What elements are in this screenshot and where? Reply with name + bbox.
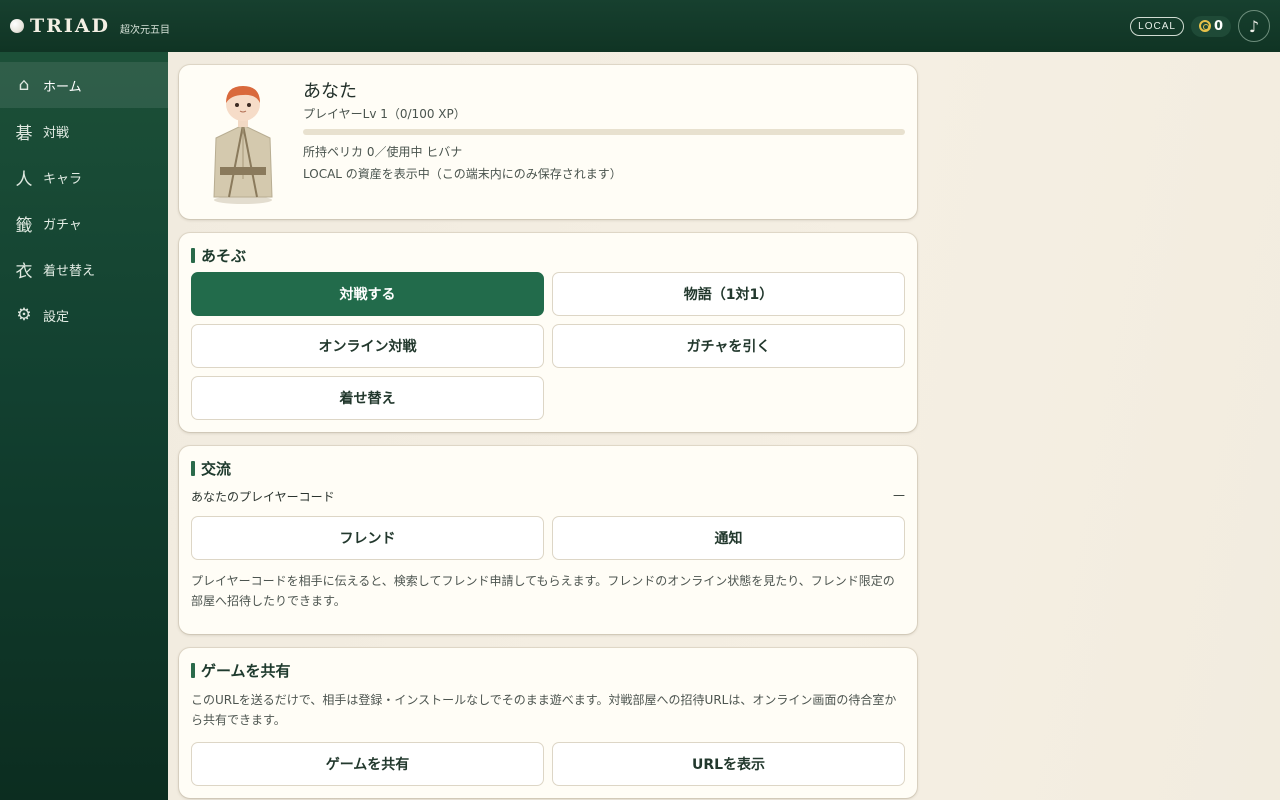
dress-up-button[interactable]: 着せ替え bbox=[191, 376, 544, 420]
sidebar-item-gacha[interactable]: 籤 ガチャ bbox=[0, 200, 168, 246]
sidebar-item-label: キャラ bbox=[43, 171, 83, 187]
music-toggle-button[interactable]: ♪ bbox=[1238, 10, 1270, 42]
top-bar: TRIAD 超次元五目 LOCAL 0 ♪ bbox=[0, 0, 1280, 52]
section-title-text: ゲームを共有 bbox=[201, 662, 291, 680]
play-section: あそぶ 対戦する 物語（1対1） オンライン対戦 ガチャを引く 着せ替え bbox=[179, 233, 917, 432]
profile-card: あなた プレイヤーLv 1（0/100 XP） 所持ペリカ 0／使用中 ヒバナ … bbox=[179, 65, 917, 219]
section-title: ゲームを共有 bbox=[191, 660, 291, 681]
coin-count: 0 bbox=[1213, 18, 1223, 34]
sidebar-item-settings[interactable]: ⚙ 設定 bbox=[0, 292, 168, 338]
gear-icon: ⚙ bbox=[16, 305, 32, 325]
section-title-text: あそぶ bbox=[201, 247, 247, 265]
notifications-button[interactable]: 通知 bbox=[552, 516, 905, 560]
person-icon: 人 bbox=[15, 169, 33, 190]
section-accent-bar bbox=[191, 663, 195, 678]
home-icon: ⌂ bbox=[18, 75, 30, 95]
go-stone-logo-icon bbox=[10, 19, 24, 33]
social-section: 交流 あなたのプレイヤーコード — フレンド 通知 プレイヤーコードを相手に伝え… bbox=[179, 446, 917, 634]
brand[interactable]: TRIAD 超次元五目 bbox=[10, 15, 170, 37]
sidebar-item-label: ホーム bbox=[43, 79, 82, 95]
coin-balance[interactable]: 0 bbox=[1190, 15, 1231, 37]
player-code-value: — bbox=[893, 488, 905, 502]
share-game-button[interactable]: ゲームを共有 bbox=[191, 742, 544, 786]
player-code-row: あなたのプレイヤーコード — bbox=[191, 488, 905, 505]
coin-icon bbox=[1198, 20, 1211, 32]
holdings-text: 所持ペリカ 0／使用中 ヒバナ bbox=[303, 145, 463, 159]
sidebar-item-label: 設定 bbox=[43, 309, 70, 325]
brand-subtitle: 超次元五目 bbox=[120, 24, 171, 36]
section-title: あそぶ bbox=[191, 245, 246, 266]
social-description: プレイヤーコードを相手に伝えると、検索してフレンド申請してもらえます。フレンドの… bbox=[191, 574, 895, 608]
sidebar-item-home[interactable]: ⌂ ホーム bbox=[0, 62, 168, 108]
friends-button[interactable]: フレンド bbox=[191, 516, 544, 560]
section-accent-bar bbox=[191, 461, 195, 476]
music-note-icon: ♪ bbox=[1248, 16, 1260, 36]
go-board-icon: 碁 bbox=[15, 123, 33, 144]
player-level: プレイヤーLv 1（0/100 XP） bbox=[303, 107, 466, 121]
start-battle-button[interactable]: 対戦する bbox=[191, 272, 544, 316]
sidebar-item-label: 対戦 bbox=[43, 125, 70, 141]
clothing-icon: 衣 bbox=[15, 261, 33, 282]
xp-progress-bar bbox=[303, 129, 905, 135]
main-content: あなた プレイヤーLv 1（0/100 XP） 所持ペリカ 0／使用中 ヒバナ … bbox=[168, 52, 1280, 800]
story-mode-button[interactable]: 物語（1対1） bbox=[552, 272, 905, 316]
player-name: あなた bbox=[303, 81, 357, 102]
sidebar-item-label: ガチャ bbox=[43, 217, 82, 233]
online-battle-button[interactable]: オンライン対戦 bbox=[191, 324, 544, 368]
player-code-label: あなたのプレイヤーコード bbox=[191, 490, 335, 504]
section-title-text: 交流 bbox=[201, 460, 232, 478]
sidebar-item-battle[interactable]: 碁 対戦 bbox=[0, 108, 168, 154]
storage-note: LOCAL の資産を表示中（この端末内にのみ保存されます） bbox=[303, 167, 622, 181]
character-avatar-icon bbox=[213, 86, 273, 204]
brand-name: TRIAD bbox=[30, 15, 111, 37]
draw-gacha-button[interactable]: ガチャを引く bbox=[552, 324, 905, 368]
sidebar-item-label: 着せ替え bbox=[43, 263, 96, 279]
sidebar-item-characters[interactable]: 人 キャラ bbox=[0, 154, 168, 200]
lottery-icon: 籤 bbox=[15, 215, 33, 236]
avatar[interactable] bbox=[201, 79, 287, 207]
share-description: このURLを送るだけで、相手は登録・インストールなしでそのまま遊べます。対戦部屋… bbox=[191, 693, 897, 727]
section-title: 交流 bbox=[191, 458, 231, 479]
sidebar-item-dress-up[interactable]: 衣 着せ替え bbox=[0, 246, 168, 292]
show-url-button[interactable]: URLを表示 bbox=[552, 742, 905, 786]
storage-mode-badge[interactable]: LOCAL bbox=[1130, 16, 1184, 36]
share-section: ゲームを共有 このURLを送るだけで、相手は登録・インストールなしでそのまま遊べ… bbox=[179, 648, 917, 798]
sidebar: ⌂ ホーム 碁 対戦 人 キャラ 籤 ガチャ 衣 着せ替え ⚙ 設定 bbox=[0, 52, 168, 800]
section-accent-bar bbox=[191, 248, 195, 263]
